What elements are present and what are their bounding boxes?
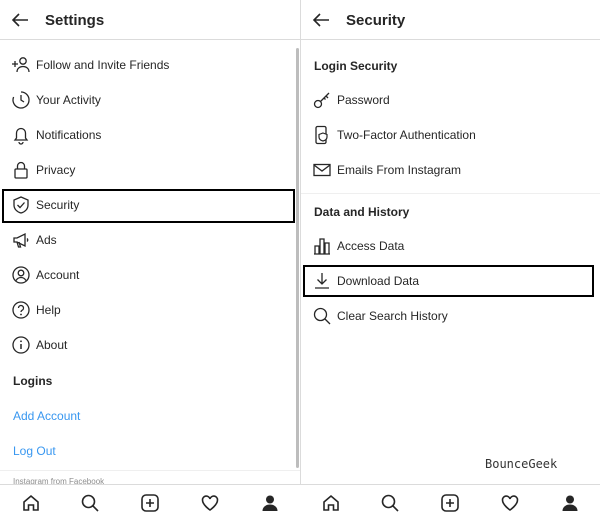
key-icon (313, 92, 330, 109)
settings-item-label: Your Activity (36, 93, 101, 107)
security-item-two-factor[interactable]: Two-Factor Authentication (301, 117, 597, 152)
phone-shield-icon (315, 125, 328, 145)
security-item-emails[interactable]: Emails From Instagram (301, 152, 597, 187)
settings-item-label: Follow and Invite Friends (36, 58, 170, 72)
security-header: Security (301, 0, 600, 40)
security-item-label: Access Data (337, 239, 405, 253)
settings-item-label: Privacy (36, 163, 76, 177)
settings-item-account[interactable]: Account (0, 257, 296, 292)
bottom-nav (0, 484, 300, 518)
security-panel: Security Login Security Password Two-Fac… (300, 0, 600, 518)
security-highlight-box (2, 189, 295, 223)
search-icon[interactable] (80, 493, 100, 513)
search-icon (313, 307, 331, 325)
settings-header: Settings (0, 0, 300, 40)
account-icon (12, 266, 30, 284)
settings-item-label: About (36, 338, 68, 352)
log-out-link[interactable]: Log Out (13, 444, 56, 458)
settings-item-label: Account (36, 268, 80, 282)
settings-panel: Settings Follow and Invite Friends Your … (0, 0, 300, 518)
add-person-icon (12, 57, 30, 73)
security-item-label: Clear Search History (337, 309, 448, 323)
settings-item-ads[interactable]: Ads (0, 222, 296, 257)
bar-chart-icon (314, 238, 330, 255)
profile-icon[interactable] (560, 493, 580, 513)
info-icon (12, 336, 30, 354)
search-icon[interactable] (380, 493, 400, 513)
activity-icon (12, 91, 30, 109)
profile-icon[interactable] (260, 493, 280, 513)
security-item-label: Two-Factor Authentication (337, 128, 476, 142)
bell-icon (13, 127, 29, 145)
security-item-password[interactable]: Password (301, 82, 597, 117)
page-title: Security (346, 12, 406, 29)
home-icon[interactable] (21, 493, 41, 513)
activity-heart-icon[interactable] (500, 493, 520, 513)
security-item-access-data[interactable]: Access Data (301, 228, 597, 263)
watermark-text: BounceGeek (485, 457, 558, 471)
add-account-link[interactable]: Add Account (13, 409, 80, 423)
settings-item-your-activity[interactable]: Your Activity (0, 82, 296, 117)
home-icon[interactable] (321, 493, 341, 513)
screenshot: Settings Follow and Invite Friends Your … (0, 0, 600, 518)
settings-item-privacy[interactable]: Privacy (0, 152, 296, 187)
settings-item-follow-invite[interactable]: Follow and Invite Friends (0, 47, 296, 82)
help-icon (12, 301, 30, 319)
settings-item-help[interactable]: Help (0, 292, 296, 327)
page-title: Settings (45, 12, 105, 29)
divider (301, 193, 600, 194)
data-history-heading: Data and History (314, 205, 410, 219)
login-security-heading: Login Security (314, 59, 398, 73)
settings-item-label: Help (36, 303, 61, 317)
mail-icon (313, 163, 331, 177)
security-item-label: Password (337, 93, 390, 107)
download-data-highlight-box (303, 265, 594, 297)
lock-icon (14, 161, 28, 179)
scrollbar[interactable] (296, 48, 299, 468)
bottom-nav (300, 484, 600, 518)
back-arrow-icon[interactable] (10, 10, 30, 30)
settings-item-label: Notifications (36, 128, 102, 142)
activity-heart-icon[interactable] (200, 493, 220, 513)
new-post-icon[interactable] (140, 493, 160, 513)
divider (0, 470, 300, 471)
settings-item-about[interactable]: About (0, 327, 296, 362)
security-item-label: Emails From Instagram (337, 163, 462, 177)
settings-item-label: Ads (36, 233, 57, 247)
megaphone-icon (13, 232, 29, 248)
logins-heading: Logins (13, 374, 53, 388)
settings-item-notifications[interactable]: Notifications (0, 117, 296, 152)
security-item-clear-search[interactable]: Clear Search History (301, 298, 597, 333)
new-post-icon[interactable] (440, 493, 460, 513)
back-arrow-icon[interactable] (311, 10, 331, 30)
